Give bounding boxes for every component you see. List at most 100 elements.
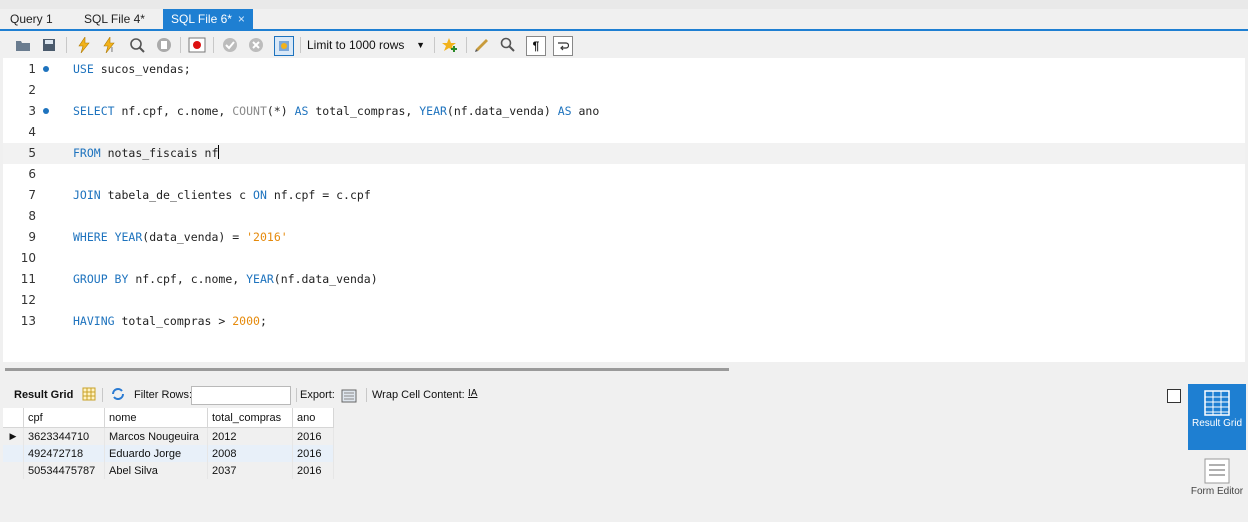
code-function: COUNT [232,104,267,118]
editor-line-current: 5 FROM notas_fiscais nf [3,143,1245,164]
cell-nome[interactable]: Marcos Nougeuira [104,427,208,445]
editor-line: 3 SELECT nf.cpf, c.nome, COUNT(*) AS tot… [3,101,1245,122]
code-keyword: AS [294,104,309,118]
editor-toolbar: I Limit to 1000 rows ▼ ¶ [0,31,1248,59]
editor-line: 6 [3,164,1245,185]
refresh-icon[interactable] [110,387,126,404]
code-keyword: JOIN [73,188,101,202]
execute-selection-icon[interactable]: I [101,36,119,54]
save-icon[interactable] [40,36,58,54]
tab-label: SQL File 6* [171,12,232,26]
code-keyword: AS [557,104,572,118]
line-number: 9 [28,230,36,244]
cell-cpf[interactable]: 3623344710 [23,427,105,445]
column-header-nome[interactable]: nome [104,408,208,428]
beautify-icon[interactable] [473,36,491,54]
filter-rows-label: Filter Rows: [134,389,193,401]
code-function: YEAR [114,230,143,244]
cell-ano[interactable]: 2016 [292,462,334,479]
table-row[interactable]: ▶ 3623344710 Marcos Nougeuira 2012 2016 [3,427,334,445]
table-row[interactable]: 50534475787 Abel Silva 2037 2016 [3,462,334,479]
tab-sql-file-4[interactable]: SQL File 4* [84,9,145,30]
editor-line: 7 JOIN tabela_de_clientes c ON nf.cpf = … [3,185,1245,206]
cell-nome[interactable]: Abel Silva [104,462,208,479]
export-icon[interactable] [341,387,357,406]
editor-line: 11 GROUP BY nf.cpf, c.nome, YEAR(nf.data… [3,269,1245,290]
limit-rows-select[interactable]: Limit to 1000 rows ▼ [307,36,429,54]
code-text: nf.cpf, c.nome, [128,272,247,286]
code-text: notas_fiscais nf [100,146,219,160]
row-marker [3,445,24,462]
wrap-cell-icon[interactable]: IA [468,388,477,399]
find-icon[interactable] [499,36,517,54]
code-function: YEAR [246,272,274,286]
code-function: YEAR [419,104,447,118]
code-string: '2016' [246,230,288,244]
commit-icon[interactable] [221,36,239,54]
tab-sql-file-6[interactable]: SQL File 6* × [163,9,253,30]
grid-layout-icon[interactable] [82,387,96,404]
execute-icon[interactable] [75,36,93,54]
column-header-cpf[interactable]: cpf [23,408,105,428]
stop-icon[interactable] [155,36,173,54]
form-editor-panel-button[interactable]: Form Editor [1188,456,1246,522]
cell-ano[interactable]: 2016 [292,427,334,445]
cell-cpf[interactable]: 50534475787 [23,462,105,479]
column-header-ano[interactable]: ano [292,408,334,428]
invisible-chars-icon[interactable]: ¶ [526,36,546,56]
code-text: sucos_vendas; [93,62,191,76]
explain-icon[interactable] [128,36,146,54]
editor-horizontal-scrollbar[interactable] [3,362,1245,380]
open-folder-icon[interactable] [14,36,32,54]
code-text: (nf.data_venda) [446,104,558,118]
toggle-panel-icon[interactable] [1167,389,1181,403]
cell-ano[interactable]: 2016 [292,445,334,462]
editor-line: 13 HAVING total_compras > 2000; [3,311,1245,332]
editor-line: 12 [3,290,1245,311]
line-number: 7 [28,188,36,202]
code-text: total_compras, [308,104,420,118]
toggle-results-icon[interactable] [188,36,206,54]
code-keyword: FROM [73,146,101,160]
editor-line: 9 WHERE YEAR(data_venda) = '2016' [3,227,1245,248]
line-number: 13 [20,314,36,328]
sql-editor[interactable]: 1 USE sucos_vendas; 2 3 SELECT nf.cpf, c… [3,58,1245,362]
result-side-panel: Result Grid Form Editor [1188,384,1248,504]
code-text: (data_venda) = [142,230,247,244]
row-marker-header [3,408,24,428]
result-table: cpf nome total_compras ano ▶ 3623344710 … [3,408,334,479]
line-number: 3 [28,104,36,118]
tab-query-1[interactable]: Query 1 [10,9,53,30]
close-tab-icon[interactable]: × [238,12,245,26]
code-text: nf.cpf = c.cpf [266,188,371,202]
result-grid-panel-button[interactable]: Result Grid [1188,384,1246,450]
table-row[interactable]: 492472718 Eduardo Jorge 2008 2016 [3,445,334,462]
results-toolbar: Result Grid Filter Rows: Export: Wrap Ce… [0,384,1186,406]
result-grid-label[interactable]: Result Grid [14,389,73,401]
column-header-total-compras[interactable]: total_compras [207,408,293,428]
editor-line: 8 [3,206,1245,227]
line-number: 2 [28,83,36,97]
text-caret [218,145,220,159]
code-text: ; [259,314,267,328]
svg-text:I: I [111,47,113,53]
autocommit-icon[interactable] [274,36,294,56]
cell-nome[interactable]: Eduardo Jorge [104,445,208,462]
current-row-icon: ▶ [3,427,24,445]
rollback-icon[interactable] [247,36,265,54]
cell-total-compras[interactable]: 2008 [207,445,293,462]
cell-total-compras[interactable]: 2012 [207,427,293,445]
filter-rows-input[interactable] [191,386,291,405]
wrap-icon[interactable] [553,36,573,56]
scrollbar-thumb[interactable] [5,368,729,371]
add-snippet-icon[interactable] [441,36,459,54]
editor-line: 4 [3,122,1245,143]
statement-marker-icon [43,66,49,72]
code-keyword: USE [73,62,94,76]
code-text: nf.cpf, c.nome, [114,104,233,118]
cell-cpf[interactable]: 492472718 [23,445,105,462]
code-keyword: ON [253,188,267,202]
row-marker [3,462,24,479]
cell-total-compras[interactable]: 2037 [207,462,293,479]
statement-marker-icon [43,108,49,114]
